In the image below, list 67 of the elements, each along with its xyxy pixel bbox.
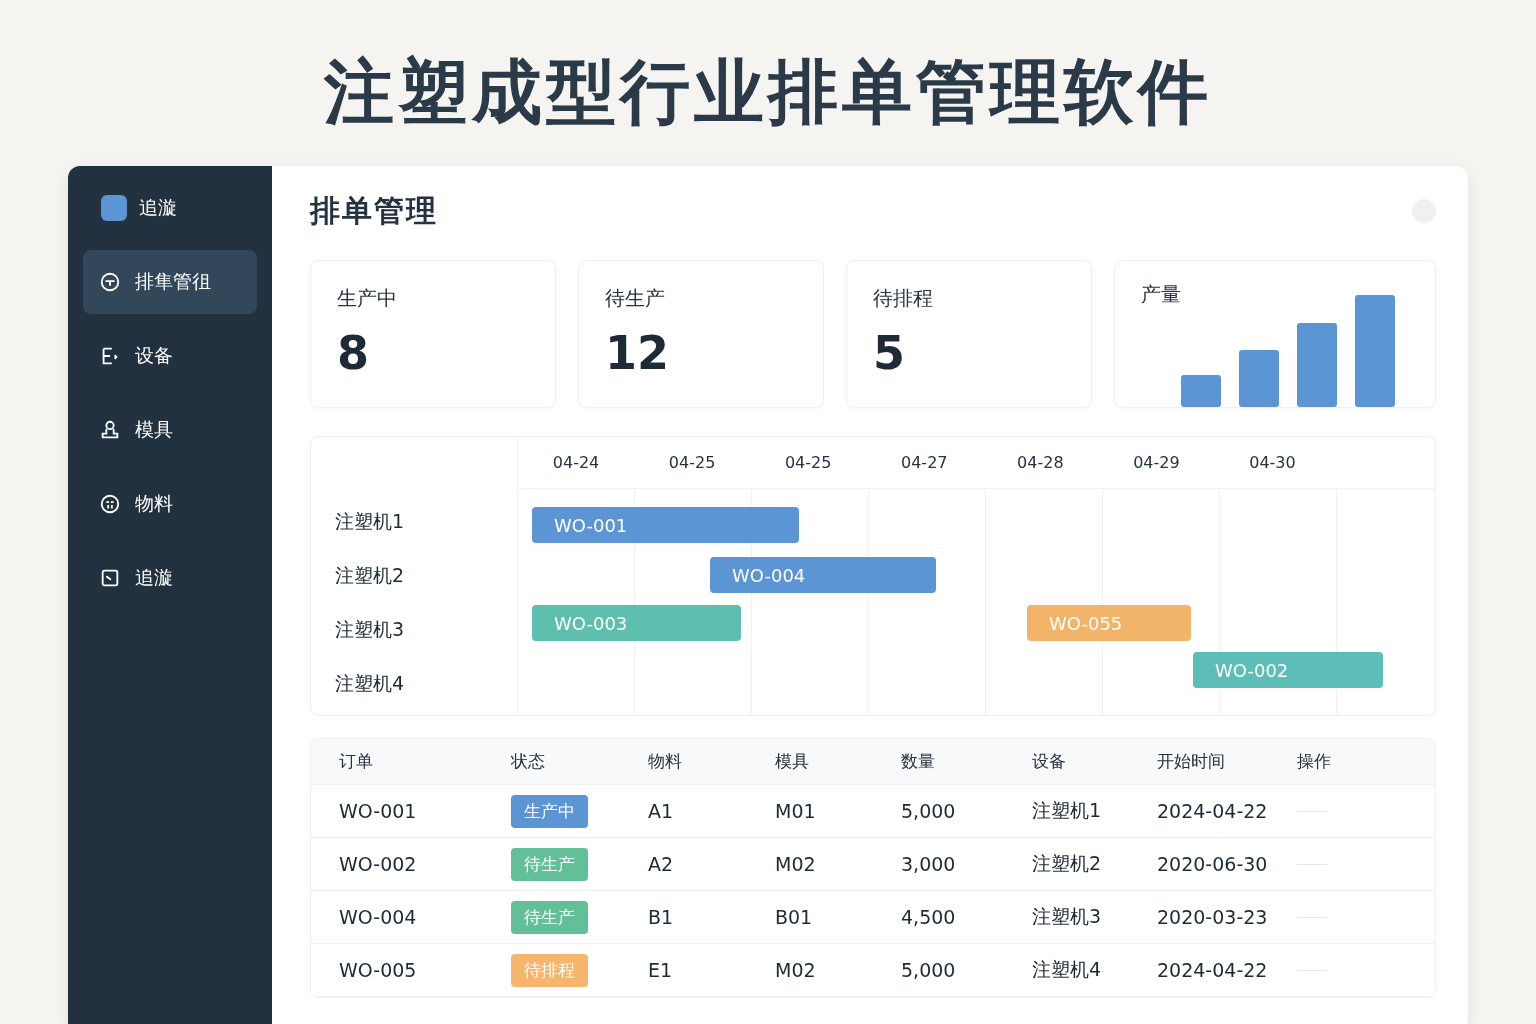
chart-bar: [1239, 350, 1279, 407]
logo-icon: [101, 195, 127, 221]
status-tag: 待生产: [511, 847, 588, 881]
document-icon: [99, 567, 121, 589]
sidebar-item[interactable]: 设备: [83, 324, 257, 388]
machine-label: 注塑机4: [335, 671, 406, 696]
stat-value: 12: [604, 326, 670, 380]
person-icon: [99, 419, 121, 441]
table-cell-text: WO-001: [339, 800, 418, 822]
machine-label: 注塑机2: [335, 563, 406, 588]
machine-label: 注塑机3: [335, 617, 406, 642]
table-cell-text: M02: [775, 959, 817, 981]
table-cell-text: M01: [775, 800, 817, 822]
sidebar-item[interactable]: 模具: [83, 398, 257, 462]
stat-value: 8: [337, 326, 370, 380]
table-cell-text: 2024-04-22: [1157, 800, 1269, 822]
column-header: 开始时间: [1157, 750, 1226, 773]
table-cell-text: E1: [648, 959, 674, 981]
stat-value: 5: [872, 326, 906, 380]
table-cell-text: A2: [648, 853, 675, 875]
stat-label: 生产中: [337, 285, 398, 312]
date-label: 04-30: [1249, 453, 1296, 472]
date-label: 04-29: [1133, 453, 1180, 472]
column-header: 订单: [339, 750, 374, 773]
date-label: 04-24: [552, 453, 600, 472]
sidebar-item[interactable]: 物料: [83, 472, 257, 536]
column-header: 状态: [511, 750, 546, 773]
table-cell-text: 注塑机3: [1032, 904, 1103, 929]
status-tag: 待排程: [511, 953, 588, 987]
table-cell-text: 5,000: [901, 959, 957, 981]
date-label: 04-28: [1017, 453, 1064, 472]
table-cell-text: 注塑机2: [1032, 851, 1103, 876]
table-cell-text: 2024-04-22: [1157, 959, 1269, 981]
column-header: 物料: [648, 750, 683, 773]
column-header: 操作: [1297, 750, 1332, 773]
machine-label: 注塑机1: [335, 509, 406, 534]
table-cell-text: 5,000: [901, 800, 957, 822]
table-cell-text: 3,000: [901, 853, 957, 875]
page-heading: 排单管理: [310, 191, 438, 230]
table-cell-text: 注塑机4: [1032, 957, 1103, 982]
date-label: 04-27: [901, 453, 948, 472]
stat-label: 待排程: [872, 285, 934, 312]
logo-text: 追漩: [139, 195, 177, 220]
table-cell-text: A1: [648, 800, 675, 822]
table-cell-text: 2020-03-23: [1157, 906, 1269, 928]
table-cell-text: WO-002: [339, 853, 418, 875]
date-label: 04-25: [668, 453, 716, 472]
status-tag: 待生产: [511, 900, 588, 934]
sidebar-item[interactable]: 排隼管徂: [83, 250, 257, 314]
stat-label: 待生产: [604, 285, 666, 312]
column-header: 设备: [1032, 750, 1067, 773]
card-label: 产量: [1140, 281, 1181, 308]
table-cell-text: B01: [775, 906, 814, 928]
status-tag: 生产中: [511, 794, 588, 828]
chart-bar: [1181, 375, 1221, 407]
table-cell-text: 4,500: [901, 906, 957, 928]
column-header: 数量: [901, 750, 936, 773]
table-cell-text: WO-005: [339, 959, 418, 981]
page-title: 注塑成型行业排单管理软件: [324, 50, 1212, 135]
date-label: 04-25: [784, 453, 832, 472]
column-header: 模具: [775, 750, 810, 773]
sidebar-item[interactable]: 追漩: [83, 546, 257, 610]
table-cell-text: M02: [775, 853, 817, 875]
table-cell-text: WO-004: [339, 906, 418, 928]
table-cell-text: B1: [648, 906, 675, 928]
table-cell-text: 2020-06-30: [1157, 853, 1269, 875]
table-cell-text: 注塑机1: [1032, 798, 1103, 823]
